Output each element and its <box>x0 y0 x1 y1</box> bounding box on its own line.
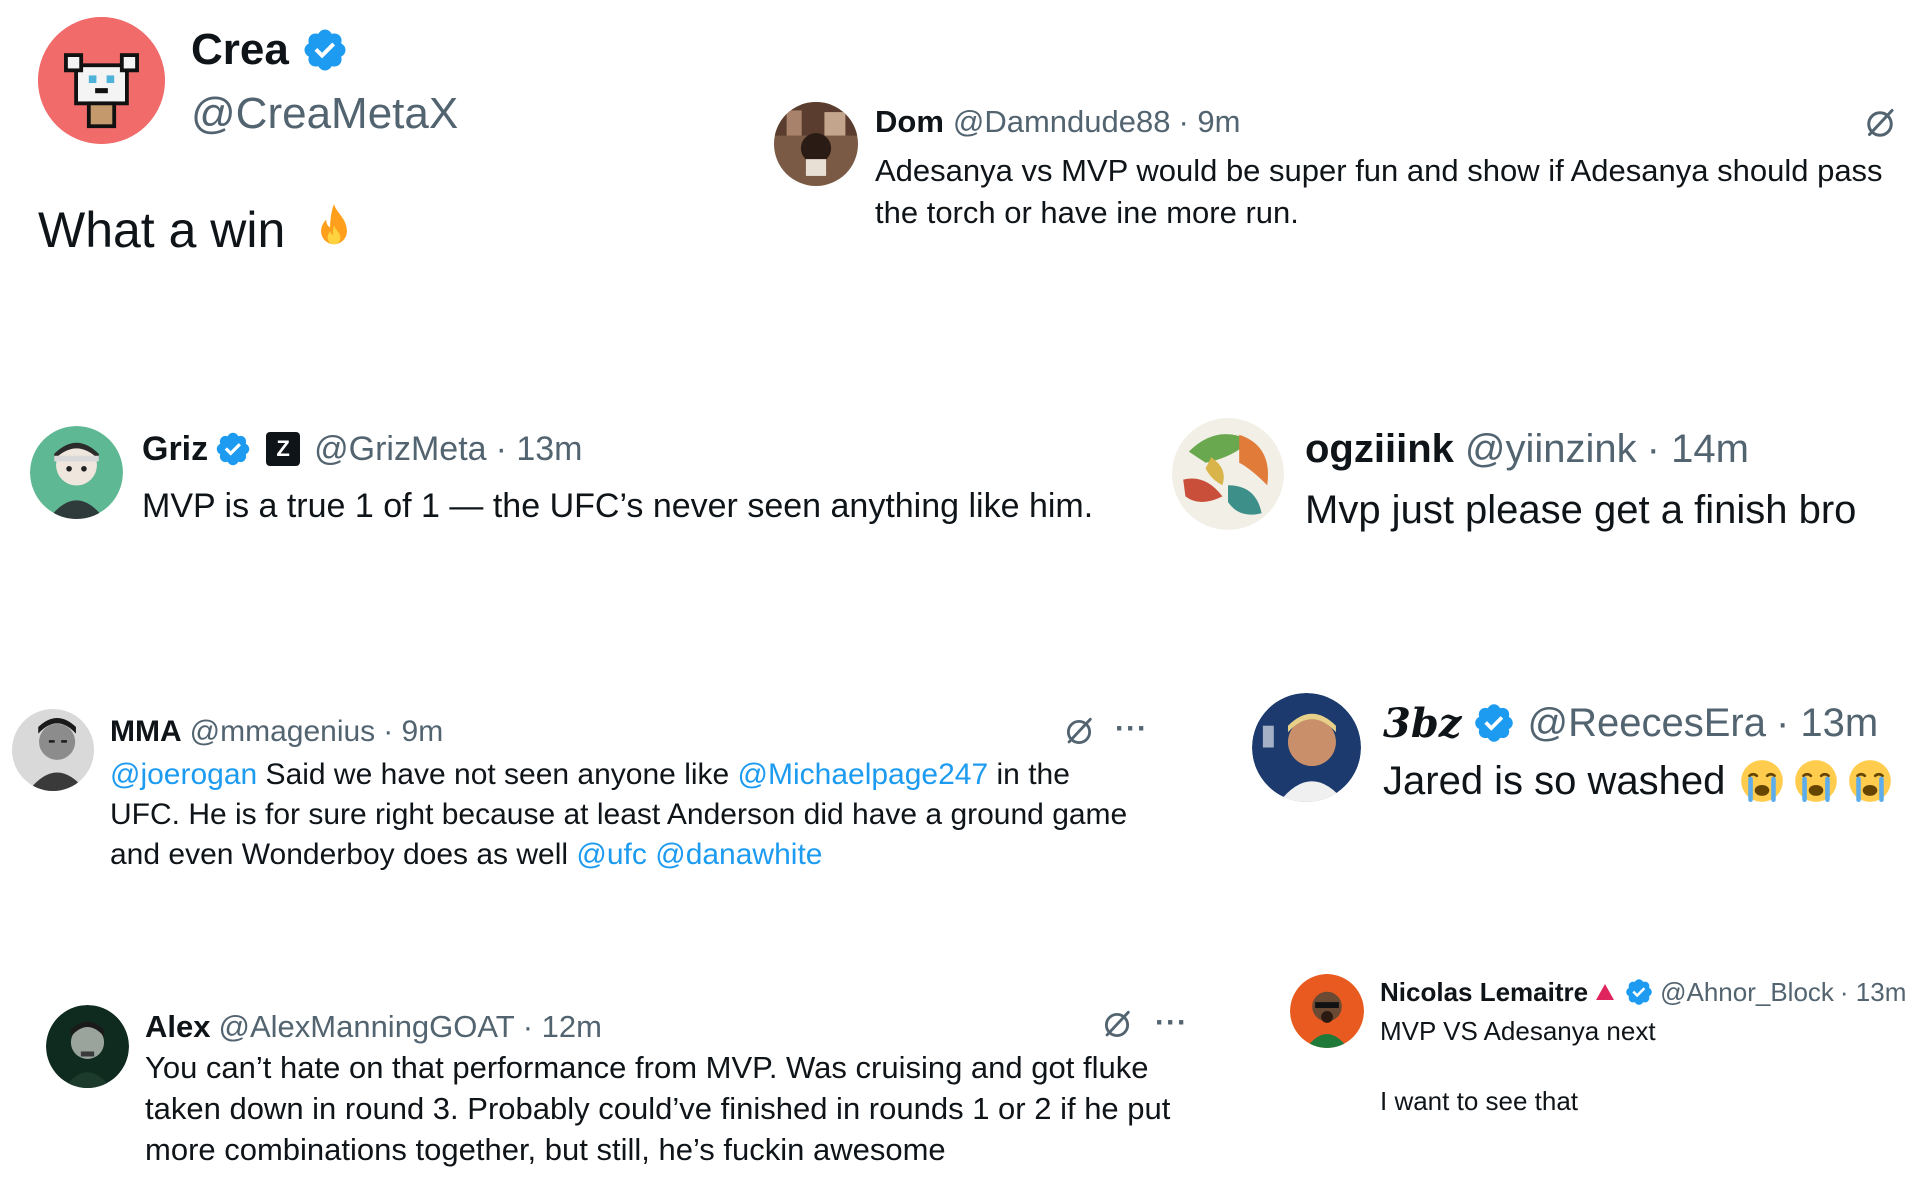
tweet-mma[interactable]: MMA @mmagenius · 9m ··· @joerogan Said w… <box>0 700 1180 880</box>
handle[interactable]: @mmagenius <box>190 715 376 749</box>
display-name[interactable]: MMA <box>110 715 182 749</box>
display-name[interactable]: 3bz <box>1383 700 1462 747</box>
avatar-griz-image <box>30 426 123 519</box>
display-name[interactable]: Griz <box>142 430 208 469</box>
avatar-dom[interactable] <box>774 102 858 186</box>
avatar-ogziiink[interactable] <box>1172 418 1284 530</box>
tweet-text: What a win <box>38 202 286 258</box>
display-name[interactable]: ogziiink <box>1305 427 1454 472</box>
timestamp[interactable]: · 13m <box>1840 977 1906 1008</box>
mention-link[interactable]: @ufc <box>576 838 646 871</box>
timestamp[interactable]: · 13m <box>1776 701 1878 746</box>
tweet-ogziiink[interactable]: ogziiink @yiinzink · 14m Mvp just please… <box>1160 410 1920 540</box>
tweet-text: MVP is a true 1 of 1 — the UFC’s never s… <box>142 486 1094 525</box>
tweet-text-line: Adesanya vs MVP would be super fun and s… <box>875 153 1883 188</box>
avatar-crea[interactable] <box>38 17 165 144</box>
tweet-text: Mvp just please get a finish bro <box>1305 487 1857 532</box>
avatar-alex-image <box>46 1005 129 1088</box>
avatar-ogziiink-image <box>1172 418 1284 530</box>
handle[interactable]: @ReecesEra <box>1528 701 1766 746</box>
tweet-text-line: @joerogan Said we have not seen anyone l… <box>110 755 1127 795</box>
more-options-label: ··· <box>1155 1006 1188 1039</box>
more-options-icon[interactable]: ··· <box>1155 1004 1188 1042</box>
display-name[interactable]: Crea <box>191 25 289 75</box>
avatar-dom-image <box>774 102 858 186</box>
display-name[interactable]: Dom <box>875 104 944 140</box>
tweet-text-line: more combinations together, but still, h… <box>145 1132 946 1167</box>
tweet-text: Jared is so washed <box>1383 758 1726 803</box>
handle[interactable]: @GrizMeta <box>314 430 486 469</box>
tweet-text-line: taken down in round 3. Probably could’ve… <box>145 1091 1171 1126</box>
fire-emoji-icon <box>303 199 365 261</box>
timestamp[interactable]: · 9m <box>1179 104 1241 140</box>
timestamp[interactable]: · 9m <box>383 715 443 749</box>
tweet-text-line: and even Wonderboy does as well @ufc @da… <box>110 835 1127 875</box>
handle[interactable]: @yiinzink <box>1465 427 1637 472</box>
tweet-text-line: UFC. He is for sure right because at lea… <box>110 798 1128 831</box>
avatar-nicolas-image <box>1290 974 1364 1048</box>
tweet-crea[interactable]: Crea @CreaMetaX What a win <box>0 0 700 290</box>
tweet-alex[interactable]: Alex @AlexManningGOAT · 12m ··· You can’… <box>0 995 1220 1200</box>
tweet-3bz[interactable]: 3bz @ReecesEra · 13m Jared is so washed <box>1240 690 1920 820</box>
loudly-crying-emoji-icon <box>1737 756 1787 806</box>
timestamp[interactable]: · 13m <box>496 430 583 469</box>
red-triangle-icon <box>1596 984 1615 1000</box>
verified-badge-icon <box>214 430 252 468</box>
grok-icon[interactable] <box>1862 106 1898 142</box>
avatar-nicolas[interactable] <box>1290 974 1364 1048</box>
handle[interactable]: @Ahnor_Block <box>1660 977 1834 1008</box>
grok-icon[interactable] <box>1062 715 1096 749</box>
tweet-griz[interactable]: Griz Z @GrizMeta · 13m MVP is a true 1 o… <box>0 410 1150 540</box>
avatar-griz[interactable] <box>30 426 123 519</box>
timestamp[interactable]: · 12m <box>523 1009 602 1045</box>
handle[interactable]: @AlexManningGOAT <box>218 1009 514 1045</box>
handle[interactable]: @CreaMetaX <box>191 89 458 139</box>
more-options-icon[interactable]: ··· <box>1115 710 1148 748</box>
display-name[interactable]: Alex <box>145 1009 210 1045</box>
avatar-alex[interactable] <box>46 1005 129 1088</box>
avatar-3bz-image <box>1252 693 1361 802</box>
verified-badge-icon <box>1624 977 1654 1007</box>
avatar-mma[interactable] <box>12 709 94 791</box>
display-name[interactable]: Nicolas Lemaitre <box>1380 977 1588 1008</box>
avatar-mma-image <box>12 709 94 791</box>
avatar-crea-image <box>38 17 165 144</box>
verified-badge-icon <box>1472 701 1516 745</box>
loudly-crying-emoji-icon <box>1791 756 1841 806</box>
avatar-3bz[interactable] <box>1252 693 1361 802</box>
tweet-text: in the <box>988 758 1070 791</box>
affiliate-badge-label: Z <box>276 436 290 461</box>
tweet-dom[interactable]: Dom @Damndude88 · 9m Adesanya vs MVP wou… <box>760 90 1920 250</box>
loudly-crying-emoji-icon <box>1845 756 1895 806</box>
tweet-text-line: the torch or have ine more run. <box>875 195 1299 230</box>
mention-link[interactable]: @joerogan <box>110 758 257 791</box>
tweet-nicolas[interactable]: Nicolas Lemaitre @Ahnor_Block · 13m MVP … <box>1270 965 1920 1135</box>
affiliate-badge-icon[interactable]: Z <box>266 432 301 466</box>
timestamp[interactable]: · 14m <box>1647 427 1749 472</box>
mention-link[interactable]: @danawhite <box>655 838 822 871</box>
tweet-text-line: You can’t hate on that performance from … <box>145 1050 1149 1085</box>
tweet-text: MVP VS Adesanya next <box>1380 1015 1656 1046</box>
tweet-text: I want to see that <box>1380 1085 1579 1116</box>
tweet-text: Said we have not seen anyone like <box>257 758 738 791</box>
mention-link[interactable]: @Michaelpage247 <box>738 758 989 791</box>
grok-icon[interactable] <box>1100 1008 1134 1042</box>
handle[interactable]: @Damndude88 <box>953 104 1171 140</box>
more-options-label: ··· <box>1115 712 1148 745</box>
tweet-text: and even Wonderboy does as well <box>110 838 577 871</box>
verified-badge-icon <box>301 26 349 74</box>
